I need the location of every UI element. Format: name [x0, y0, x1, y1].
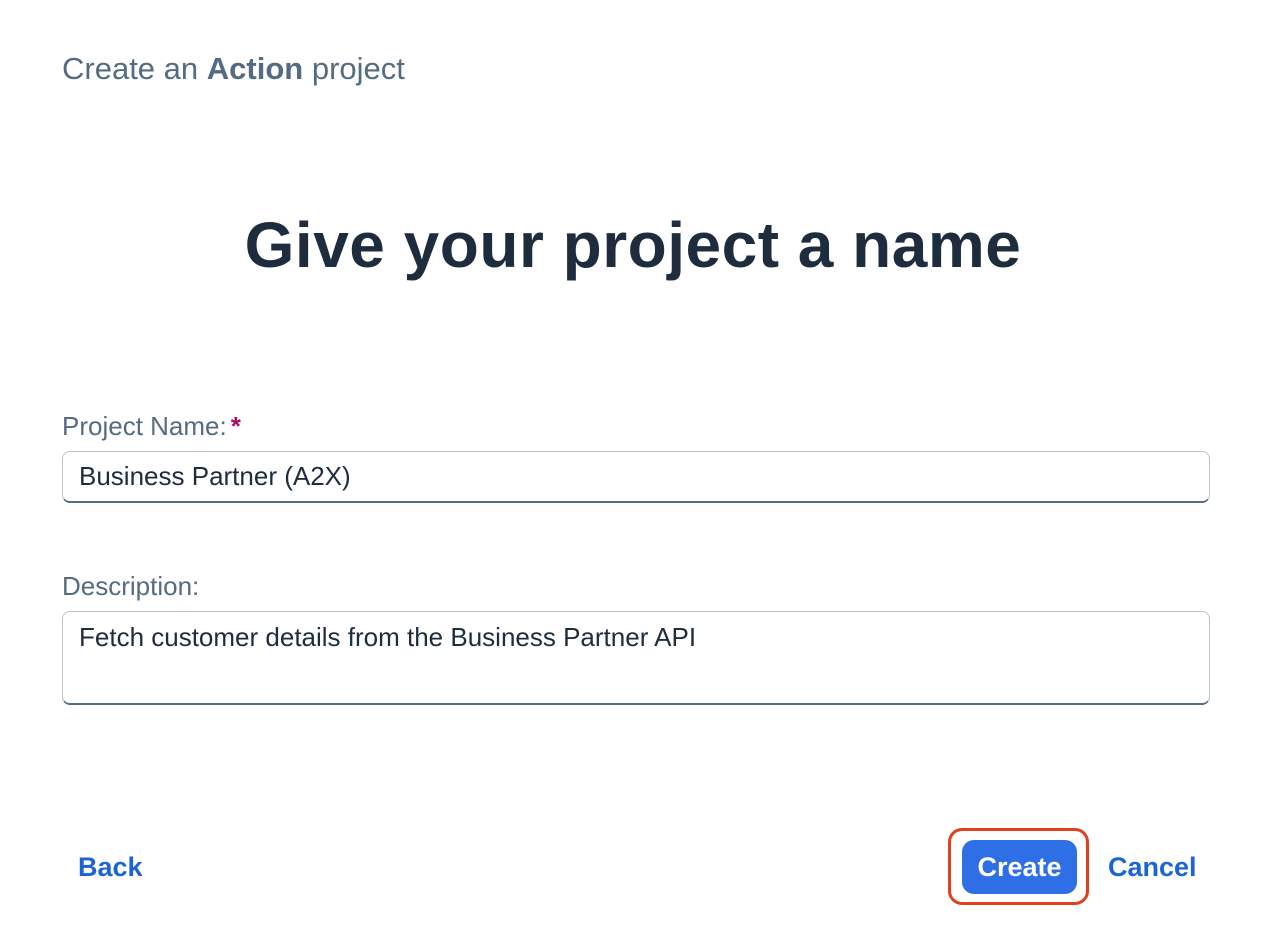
create-button[interactable]: Create [962, 840, 1077, 894]
project-name-label: Project Name: * [62, 410, 241, 442]
dialog-title-prefix: Create an [62, 51, 199, 86]
description-textarea[interactable]: Fetch customer details from the Business… [62, 611, 1210, 705]
cancel-button[interactable]: Cancel [1108, 850, 1197, 884]
description-label: Description: [62, 571, 200, 601]
page-heading: Give your project a name [244, 209, 1022, 281]
back-button[interactable]: Back [78, 850, 143, 884]
create-action-project-dialog: Create an Action project Give your proje… [0, 0, 1266, 952]
required-marker: * [230, 411, 241, 441]
dialog-title-bold: Action [206, 51, 304, 86]
dialog-title: Create an Action project [62, 50, 405, 88]
dialog-title-suffix: project [311, 51, 405, 86]
project-name-input[interactable] [62, 451, 1210, 503]
project-name-label-text: Project Name: [62, 411, 227, 441]
